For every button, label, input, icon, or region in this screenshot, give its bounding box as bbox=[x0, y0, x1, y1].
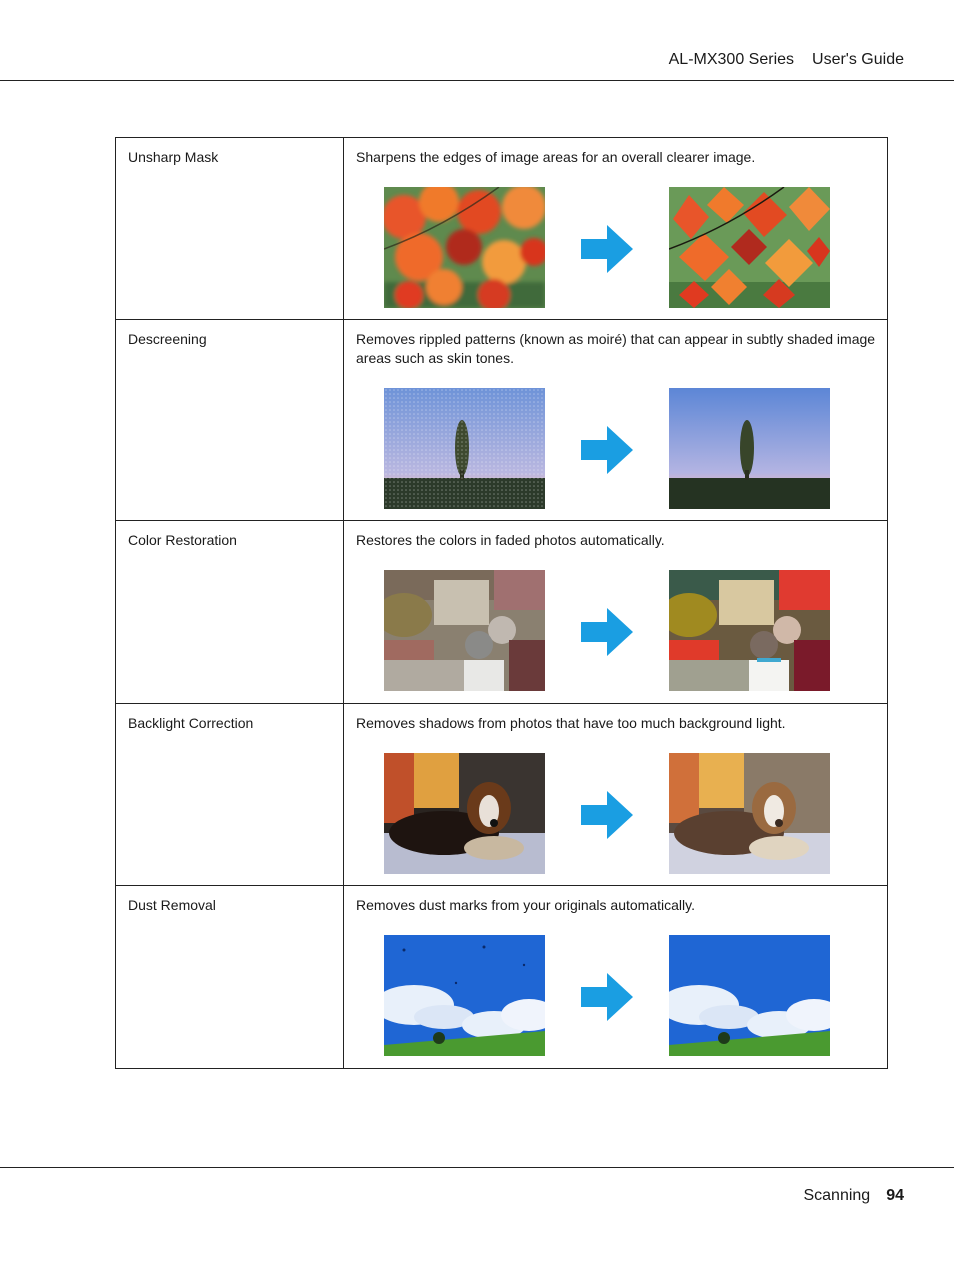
table-row: Unsharp Mask Sharpens the edges of image… bbox=[115, 137, 888, 320]
after-image bbox=[669, 570, 830, 691]
before-image bbox=[384, 187, 545, 308]
feature-description: Removes shadows from photos that have to… bbox=[356, 715, 786, 731]
section-name: Scanning bbox=[803, 1187, 871, 1204]
feature-description: Restores the colors in faded photos auto… bbox=[356, 532, 665, 548]
feature-description-cell: Removes rippled patterns (known as moiré… bbox=[343, 319, 888, 521]
guide-title: User's Guide bbox=[812, 51, 904, 68]
arrow-right-icon bbox=[581, 426, 633, 474]
feature-name: Unsharp Mask bbox=[115, 137, 344, 320]
image-adjustment-table: Unsharp Mask Sharpens the edges of image… bbox=[115, 137, 888, 1069]
feature-description-cell: Restores the colors in faded photos auto… bbox=[343, 520, 888, 704]
feature-name: Backlight Correction bbox=[115, 703, 344, 886]
before-image bbox=[384, 935, 545, 1056]
feature-description-cell: Removes shadows from photos that have to… bbox=[343, 703, 888, 886]
feature-description: Sharpens the edges of image areas for an… bbox=[356, 149, 756, 165]
before-image bbox=[384, 570, 545, 691]
arrow-right-icon bbox=[581, 973, 633, 1021]
after-image bbox=[669, 187, 830, 308]
feature-description: Removes dust marks from your originals a… bbox=[356, 897, 695, 913]
feature-description-cell: Sharpens the edges of image areas for an… bbox=[343, 137, 888, 320]
feature-name: Color Restoration bbox=[115, 520, 344, 704]
arrow-right-icon bbox=[581, 608, 633, 656]
example-images bbox=[356, 570, 879, 702]
product-name: AL-MX300 Series bbox=[668, 51, 795, 68]
after-image bbox=[669, 753, 830, 874]
table-row: Descreening Removes rippled patterns (kn… bbox=[115, 319, 888, 521]
after-image bbox=[669, 935, 830, 1056]
feature-description: Removes rippled patterns (known as moiré… bbox=[356, 331, 876, 366]
page-footer: Scanning 94 bbox=[803, 1187, 904, 1205]
example-images bbox=[356, 187, 879, 319]
example-images bbox=[356, 388, 879, 520]
feature-name: Descreening bbox=[115, 319, 344, 521]
header-divider bbox=[0, 80, 954, 81]
arrow-right-icon bbox=[581, 225, 633, 273]
table-row: Dust Removal Removes dust marks from you… bbox=[115, 885, 888, 1069]
feature-name: Dust Removal bbox=[115, 885, 344, 1069]
before-image bbox=[384, 388, 545, 509]
table-row: Color Restoration Restores the colors in… bbox=[115, 520, 888, 704]
after-image bbox=[669, 388, 830, 509]
page-header: AL-MX300 Series User's Guide bbox=[669, 51, 904, 69]
before-image bbox=[384, 753, 545, 874]
example-images bbox=[356, 935, 879, 1067]
footer-divider bbox=[0, 1167, 954, 1168]
table-row: Backlight Correction Removes shadows fro… bbox=[115, 703, 888, 886]
arrow-right-icon bbox=[581, 791, 633, 839]
example-images bbox=[356, 753, 879, 885]
feature-description-cell: Removes dust marks from your originals a… bbox=[343, 885, 888, 1069]
page-number: 94 bbox=[886, 1187, 904, 1204]
